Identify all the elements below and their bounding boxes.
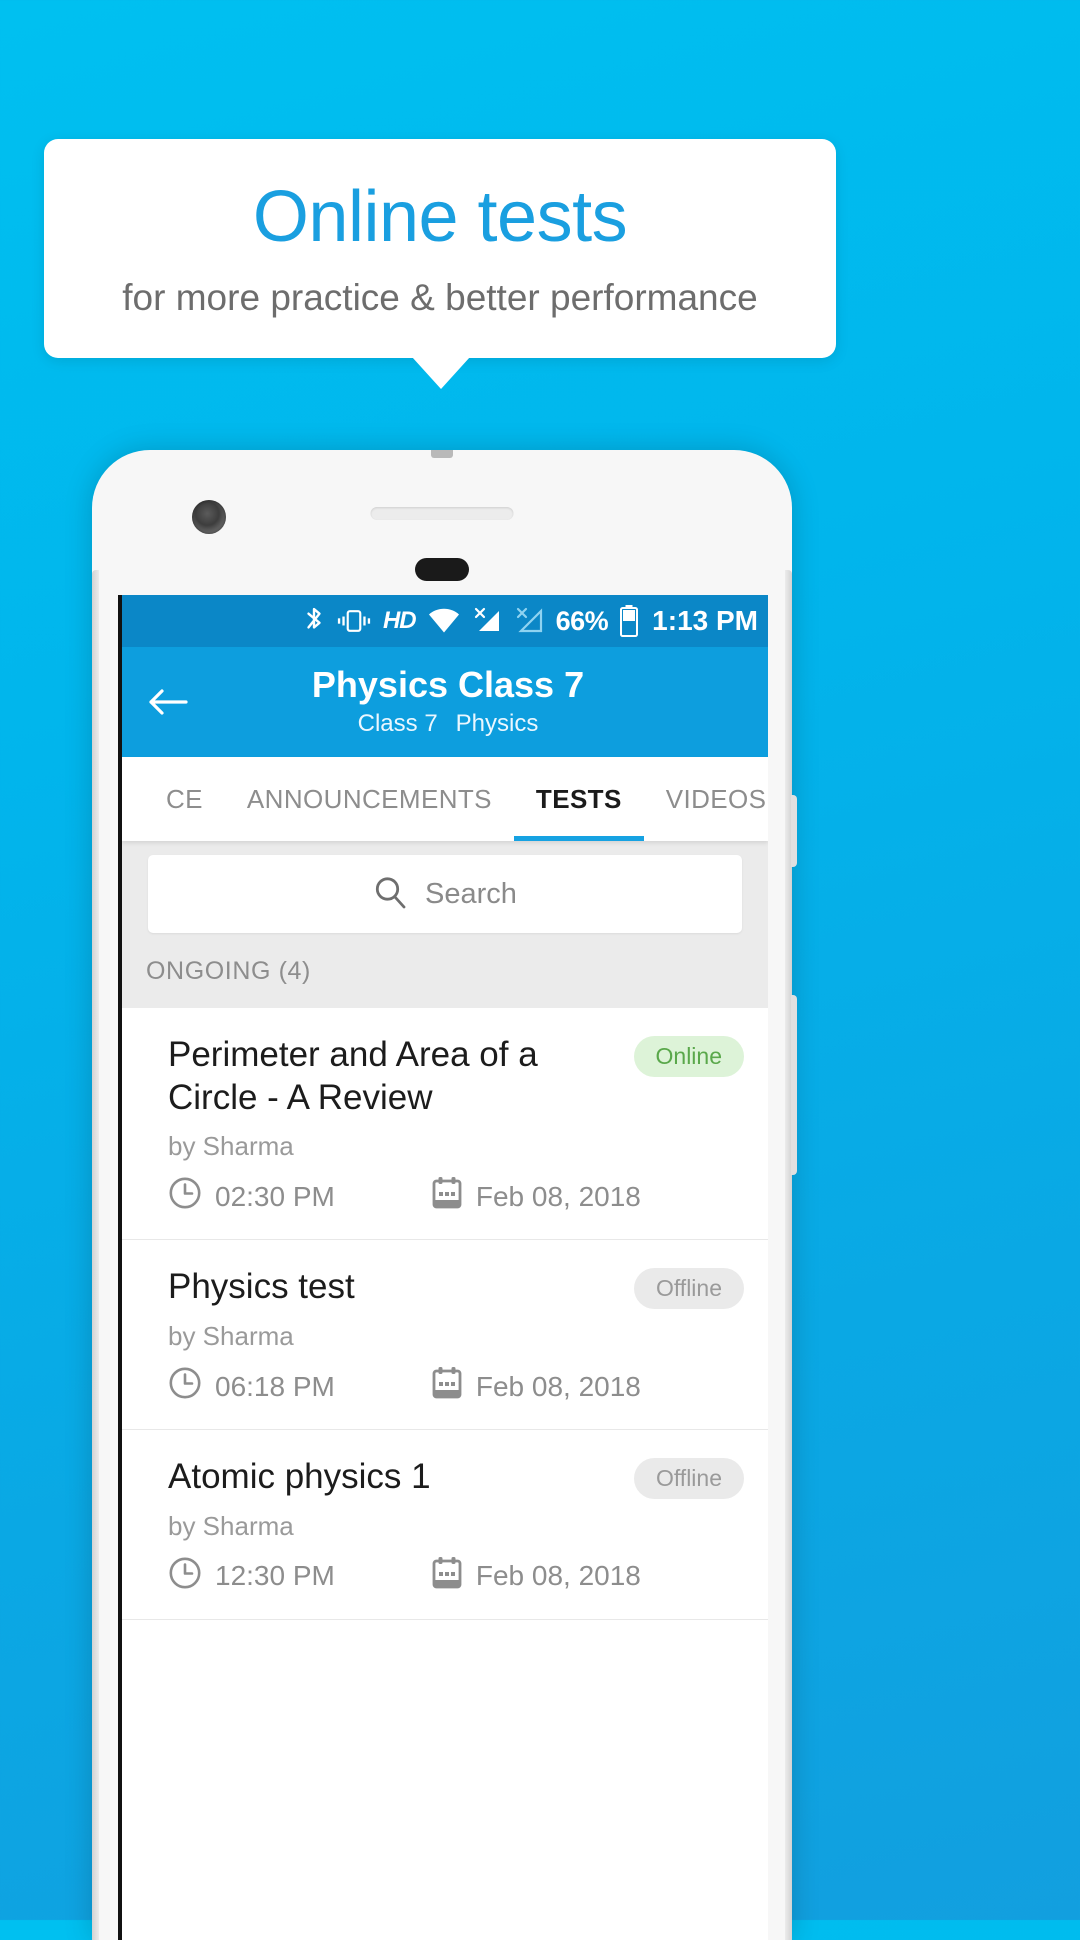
phone-bezel-left: [92, 570, 99, 1940]
status-bar: HD 66% 1:13 PM: [122, 595, 768, 647]
phone-power-button: [791, 795, 797, 867]
status-badge: Offline: [633, 1458, 744, 1500]
test-time: 02:30 PM: [168, 1176, 335, 1217]
back-arrow-icon[interactable]: [146, 680, 190, 724]
tab-tests[interactable]: TESTS: [513, 757, 644, 841]
phone-volume-button: [791, 995, 797, 1175]
section-header-ongoing: ONGOING (4): [122, 951, 768, 1008]
test-date: Feb 08, 2018: [431, 1176, 641, 1217]
phone-screen: HD 66% 1:13 PM Physics Class 7 Class 7 P…: [118, 595, 768, 1940]
tests-list: Perimeter and Area of a Circle - A Revie…: [122, 1008, 768, 1620]
test-title: Physics test: [168, 1267, 355, 1307]
calendar-icon: [431, 1176, 463, 1217]
table-row[interactable]: Perimeter and Area of a Circle - A Revie…: [122, 1008, 768, 1241]
signal-empty-icon: [514, 607, 544, 635]
clock-icon: [168, 1366, 202, 1407]
status-bar-clock: 1:13 PM: [652, 605, 758, 636]
test-time: 12:30 PM: [168, 1556, 335, 1597]
table-row[interactable]: Atomic physics 1 by Sharma 12:30 PM Feb …: [122, 1430, 768, 1620]
phone-bezel-right: [785, 570, 792, 1940]
proximity-sensor: [415, 558, 469, 581]
calendar-icon: [431, 1366, 463, 1407]
test-date-label: Feb 08, 2018: [475, 1370, 641, 1402]
test-title: Perimeter and Area of a Circle - A Revie…: [168, 1035, 538, 1117]
subtitle-subject: Physics: [455, 709, 539, 737]
tab-ce[interactable]: CE: [144, 757, 225, 841]
test-meta: 02:30 PM Feb 08, 2018: [168, 1176, 744, 1217]
clock-icon: [168, 1176, 202, 1217]
status-badge: Offline: [633, 1268, 744, 1310]
phone-mockup: HD 66% 1:13 PM Physics Class 7 Class 7 P…: [92, 450, 797, 1940]
table-row[interactable]: Physics test by Sharma 06:18 PM Feb 08, …: [122, 1240, 768, 1431]
promo-callout-card: Online tests for more practice & better …: [44, 139, 836, 358]
promo-subtitle: for more practice & better performance: [122, 277, 758, 318]
tab-bar: CE ANNOUNCEMENTS TESTS VIDEOS: [122, 757, 768, 841]
test-time: 06:18 PM: [168, 1366, 335, 1407]
promo-callout-tail: [412, 357, 470, 389]
battery-icon: [620, 605, 639, 637]
status-badge: Online: [633, 1036, 744, 1077]
test-time-label: 02:30 PM: [215, 1180, 335, 1212]
test-title: Atomic physics 1: [168, 1457, 431, 1497]
app-bar-subtitle: Class 7 Physics: [128, 708, 768, 739]
earpiece-speaker: [370, 507, 514, 520]
test-date-label: Feb 08, 2018: [475, 1560, 641, 1592]
tab-videos[interactable]: VIDEOS: [644, 757, 768, 841]
test-time-label: 12:30 PM: [215, 1560, 335, 1592]
hd-label: HD: [382, 607, 417, 634]
search-placeholder: Search: [425, 877, 517, 910]
signal-no-sim-icon: [472, 607, 502, 635]
test-time-label: 06:18 PM: [215, 1370, 335, 1402]
search-input[interactable]: Search: [148, 855, 742, 933]
front-camera-icon: [192, 500, 226, 534]
tab-announcements[interactable]: ANNOUNCEMENTS: [225, 757, 514, 841]
clock-icon: [168, 1556, 202, 1597]
page-title: Physics Class 7: [311, 664, 585, 706]
test-meta: 12:30 PM Feb 08, 2018: [168, 1556, 744, 1597]
battery-percent-label: 66%: [555, 605, 609, 636]
app-bar-titles: Physics Class 7 Class 7 Physics: [122, 664, 768, 739]
test-date-label: Feb 08, 2018: [475, 1180, 641, 1212]
test-author: by Sharma: [168, 1510, 294, 1541]
test-date: Feb 08, 2018: [431, 1556, 641, 1597]
phone-antenna-notch: [431, 450, 453, 458]
wifi-icon: [428, 608, 460, 634]
calendar-icon: [431, 1556, 463, 1597]
promo-title: Online tests: [252, 177, 628, 257]
bluetooth-icon: [303, 606, 325, 636]
search-zone: Search: [122, 841, 768, 951]
test-date: Feb 08, 2018: [431, 1366, 641, 1407]
test-author: by Sharma: [168, 1131, 294, 1162]
subtitle-class: Class 7: [357, 709, 438, 737]
test-meta: 06:18 PM Feb 08, 2018: [168, 1366, 744, 1407]
vibrate-icon: [337, 607, 371, 635]
test-author: by Sharma: [168, 1321, 294, 1352]
search-icon: [373, 875, 407, 914]
app-bar: Physics Class 7 Class 7 Physics: [122, 647, 768, 757]
